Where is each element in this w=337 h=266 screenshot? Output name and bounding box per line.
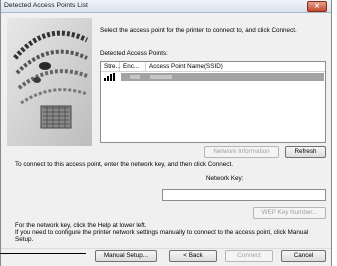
signal-strength-icon — [104, 73, 115, 81]
network-key-label: Network Key: — [206, 175, 244, 182]
connect-button[interactable]: Connect — [225, 250, 273, 262]
network-key-input[interactable] — [162, 189, 326, 201]
help-text-line-2: If you need to configure the printer net… — [15, 229, 309, 236]
wireless-illustration-icon — [7, 18, 92, 146]
wep-key-number-button[interactable]: WEP Key Number... — [253, 207, 326, 219]
column-header-strength[interactable]: Stre... — [101, 62, 121, 71]
manual-setup-button[interactable]: Manual Setup... — [95, 250, 157, 262]
encryption-value-redacted — [130, 75, 140, 79]
refresh-button[interactable]: Refresh — [285, 146, 326, 158]
list-label: Detected Access Points: — [100, 50, 168, 57]
window-title: Detected Access Points List — [4, 2, 88, 9]
connect-instruction-text: To connect to this access point, enter t… — [15, 161, 233, 168]
ssid-value-redacted — [150, 75, 172, 79]
column-header-encryption[interactable]: Enc... — [120, 62, 146, 71]
column-header-ssid[interactable]: Access Point Name(SSID) — [146, 62, 325, 71]
list-header: Stre... Enc... Access Point Name(SSID) — [101, 62, 325, 72]
network-information-button[interactable]: Network Information — [204, 146, 279, 158]
help-text-line-1: For the network key, click the Help at l… — [15, 222, 147, 229]
title-bar[interactable]: Detected Access Points List ✕ — [1, 0, 331, 13]
close-button[interactable]: ✕ — [307, 1, 327, 12]
instruction-text: Select the access point for the printer … — [100, 27, 297, 34]
footer-divider — [1, 248, 331, 249]
cancel-button[interactable]: Cancel — [281, 250, 326, 262]
list-item[interactable] — [102, 73, 324, 81]
help-text-line-3: Setup. — [15, 236, 34, 243]
detected-access-points-dialog: Detected Access Points List ✕ Select the… — [0, 0, 332, 266]
back-button[interactable]: < Back — [169, 250, 217, 262]
access-points-list[interactable]: Stre... Enc... Access Point Name(SSID) — [100, 61, 326, 143]
callout-pointer-line — [0, 253, 86, 254]
